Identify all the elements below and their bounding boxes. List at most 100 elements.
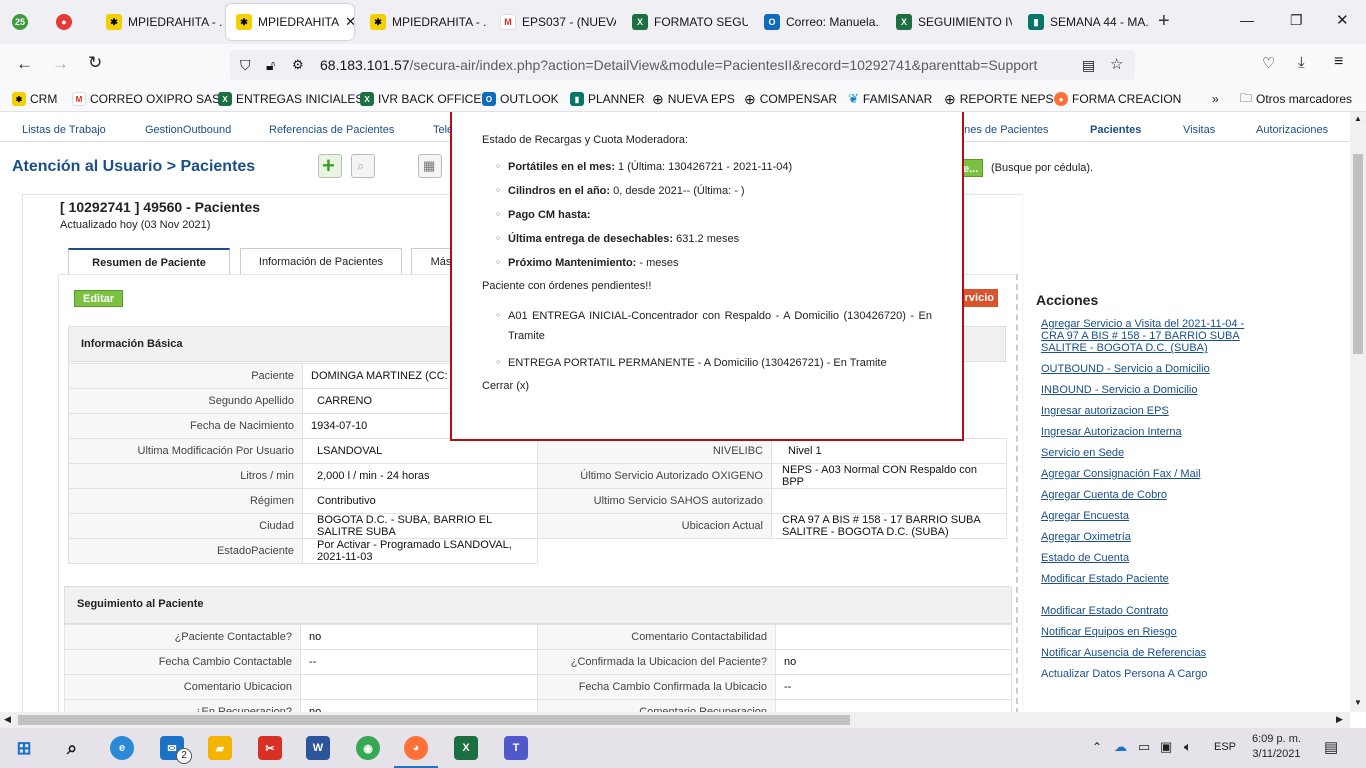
download-icon[interactable]: ⤓: [1298, 54, 1305, 71]
action-autorizacion-interna[interactable]: Ingresar Autorizacion Interna: [1041, 426, 1276, 438]
horizontal-scrollbar[interactable]: ◀ ▶: [0, 712, 1350, 728]
snipping-tool-icon[interactable]: ✂: [258, 736, 282, 760]
bookmark-crm[interactable]: ✱ CRM: [12, 90, 57, 108]
edit-button[interactable]: Editar: [74, 290, 124, 307]
tab-informacion[interactable]: Información de Pacientes: [240, 248, 402, 274]
reader-view-icon[interactable]: ▤: [1082, 50, 1095, 80]
notifications-icon[interactable]: ▤: [1324, 738, 1338, 756]
nav-listas-trabajo[interactable]: Listas de Trabajo: [22, 124, 106, 136]
action-encuesta[interactable]: Agregar Encuesta: [1041, 510, 1276, 522]
tab-mpiedrahita-2[interactable]: ✱ MPIEDRAHITA - ...: [360, 4, 486, 40]
search-record-button[interactable]: ⌕: [351, 154, 375, 178]
forward-icon[interactable]: →: [52, 54, 69, 74]
tab-correo[interactable]: O Correo: Manuela...: [754, 4, 880, 40]
bookmark-correo[interactable]: M CORREO OXIPRO SAS: [72, 90, 220, 108]
edge-icon[interactable]: e: [110, 736, 134, 760]
scroll-left-icon[interactable]: ◀: [4, 714, 11, 725]
action-inbound[interactable]: INBOUND - Servicio a Domicilio: [1041, 384, 1276, 396]
tab-mpiedrahita-1[interactable]: ✱ MPIEDRAHITA - ...: [96, 4, 222, 40]
action-actualizar-persona-cargo[interactable]: Actualizar Datos Persona A Cargo: [1041, 668, 1276, 680]
firefox-icon[interactable]: ◕: [404, 736, 428, 760]
tab-seguimiento[interactable]: X SEGUIMIENTO IV...: [886, 4, 1012, 40]
tab-pinned-notification[interactable]: ●: [46, 4, 86, 40]
clock[interactable]: 6:09 p. m. 3/11/2021: [1252, 732, 1301, 762]
popup-close-link[interactable]: Cerrar (x): [482, 380, 932, 392]
windows-start-icon[interactable]: ⊞: [12, 736, 36, 760]
action-modificar-estado-paciente[interactable]: Modificar Estado Paciente: [1041, 573, 1276, 585]
tab-eps037[interactable]: M EPS037 - (NUEVA...: [490, 4, 616, 40]
tab-semana44[interactable]: ▮ SEMANA 44 - MA...: [1018, 4, 1148, 40]
action-agregar-servicio-visita[interactable]: Agregar Servicio a Visita del 2021-11-04…: [1041, 318, 1251, 354]
bookmark-reporte-neps[interactable]: ⊕ REPORTE NEPS: [944, 90, 1054, 108]
add-record-button[interactable]: +: [318, 153, 342, 178]
table-row: EstadoPaciente Por Activar - Programado L…: [68, 538, 538, 564]
bookmark-forma-creacion[interactable]: ● FORMA CREACION: [1054, 90, 1181, 108]
onedrive-icon[interactable]: ☁: [1114, 739, 1127, 755]
action-servicio-sede[interactable]: Servicio en Sede: [1041, 447, 1276, 459]
nav-pacientes[interactable]: Pacientes: [1090, 124, 1141, 136]
close-tab-icon[interactable]: ✕: [345, 14, 354, 30]
bookmark-star-icon[interactable]: ☆: [1110, 50, 1123, 80]
pocket-icon[interactable]: ♡: [1262, 54, 1275, 72]
close-window-icon[interactable]: ✕: [1336, 11, 1349, 29]
chrome-icon[interactable]: ◉: [356, 736, 380, 760]
excel-icon[interactable]: X: [454, 736, 478, 760]
nav-gestiones-pacientes[interactable]: ones de Pacientes: [958, 124, 1049, 136]
bookmark-outlook[interactable]: O OUTLOOK: [482, 90, 559, 108]
other-bookmarks[interactable]: 🗀︎ Otros marcadores: [1240, 90, 1352, 108]
action-cuenta-cobro[interactable]: Agregar Cuenta de Cobro: [1041, 489, 1276, 501]
action-autorizacion-eps[interactable]: Ingresar autorizacion EPS: [1041, 405, 1276, 417]
action-equipos-riesgo[interactable]: Notificar Equipos en Riesgo: [1041, 626, 1276, 638]
teams-icon[interactable]: T: [504, 736, 528, 760]
action-outbound[interactable]: OUTBOUND - Servicio a Domicilio: [1041, 363, 1276, 375]
word-icon[interactable]: W: [306, 736, 330, 760]
vertical-scroll-thumb[interactable]: [1353, 154, 1363, 354]
volume-icon[interactable]: 🔈︎: [1184, 739, 1192, 755]
nav-gestion-outbound[interactable]: GestionOutbound: [145, 124, 231, 136]
action-modificar-estado-contrato[interactable]: Modificar Estado Contrato: [1041, 605, 1276, 617]
action-consignacion[interactable]: Agregar Consignación Fax / Mail: [1041, 468, 1276, 480]
action-estado-cuenta[interactable]: Estado de Cuenta: [1041, 552, 1276, 564]
bookmark-ivr[interactable]: X IVR BACK OFFICE: [360, 90, 481, 108]
list-item: Pago CM hasta:: [496, 208, 932, 222]
field-label: Fecha de Nacimiento: [68, 413, 303, 439]
new-tab-icon[interactable]: +: [1158, 10, 1170, 33]
site-permissions-icon[interactable]: ⚙: [292, 50, 304, 80]
nav-visitas[interactable]: Visitas: [1183, 124, 1215, 136]
restore-icon[interactable]: ❐: [1290, 12, 1303, 29]
search-icon[interactable]: ⌕: [60, 736, 84, 760]
insecure-lock-icon[interactable]: 🔓︎: [266, 50, 275, 80]
bookmarks-overflow-icon[interactable]: »: [1212, 90, 1219, 108]
scroll-down-icon[interactable]: ▼: [1354, 698, 1362, 707]
url-bar[interactable]: ⛉ 🔓︎ ⚙ 68.183.101.57/secura-air/index.ph…: [230, 50, 1135, 80]
network-icon[interactable]: ▣: [1160, 739, 1172, 755]
file-explorer-icon[interactable]: ▰: [208, 736, 232, 760]
back-icon[interactable]: ←: [16, 54, 33, 74]
action-ausencia-referencias[interactable]: Notificar Ausencia de Referencias: [1041, 647, 1276, 659]
tab-pinned-counter[interactable]: 25: [6, 4, 36, 40]
scroll-right-icon[interactable]: ▶: [1336, 714, 1343, 725]
nav-referencias[interactable]: Referencias de Pacientes: [269, 124, 394, 136]
action-oximetria[interactable]: Agregar Oximetría: [1041, 531, 1276, 543]
menu-icon[interactable]: ≡: [1334, 53, 1343, 71]
bookmark-famisanar[interactable]: ❦ FAMISANAR: [848, 90, 932, 108]
vertical-scrollbar[interactable]: ▲ ▼: [1350, 112, 1366, 712]
horizontal-scroll-thumb[interactable]: [18, 715, 850, 725]
bookmark-compensar[interactable]: ⊕ COMPENSAR: [744, 90, 837, 108]
tray-chevron-icon[interactable]: ⌃: [1092, 740, 1102, 754]
tab-resumen[interactable]: Resumen de Paciente: [68, 248, 230, 274]
battery-icon[interactable]: ▭: [1138, 739, 1150, 755]
bookmark-entregas[interactable]: X ENTREGAS INICIALES: [218, 90, 363, 108]
pending-heading: Paciente con órdenes pendientes!!: [482, 280, 652, 292]
nav-autorizaciones[interactable]: Autorizaciones: [1256, 124, 1328, 136]
bookmark-nueva-eps[interactable]: ⊕ NUEVA EPS: [652, 90, 735, 108]
scroll-up-icon[interactable]: ▲: [1354, 114, 1362, 123]
shield-icon[interactable]: ⛉: [240, 50, 251, 80]
tab-formato[interactable]: X FORMATO SEGU...: [622, 4, 748, 40]
calendar-button[interactable]: ▦: [418, 154, 442, 178]
minimize-icon[interactable]: —: [1240, 12, 1254, 28]
language-indicator[interactable]: ESP: [1214, 741, 1236, 753]
bookmark-planner[interactable]: ▮ PLANNER: [570, 90, 645, 108]
reload-icon[interactable]: ↻: [88, 53, 102, 73]
tab-mpiedrahita-active[interactable]: ✱ MPIEDRAHITA ✕: [226, 4, 354, 40]
